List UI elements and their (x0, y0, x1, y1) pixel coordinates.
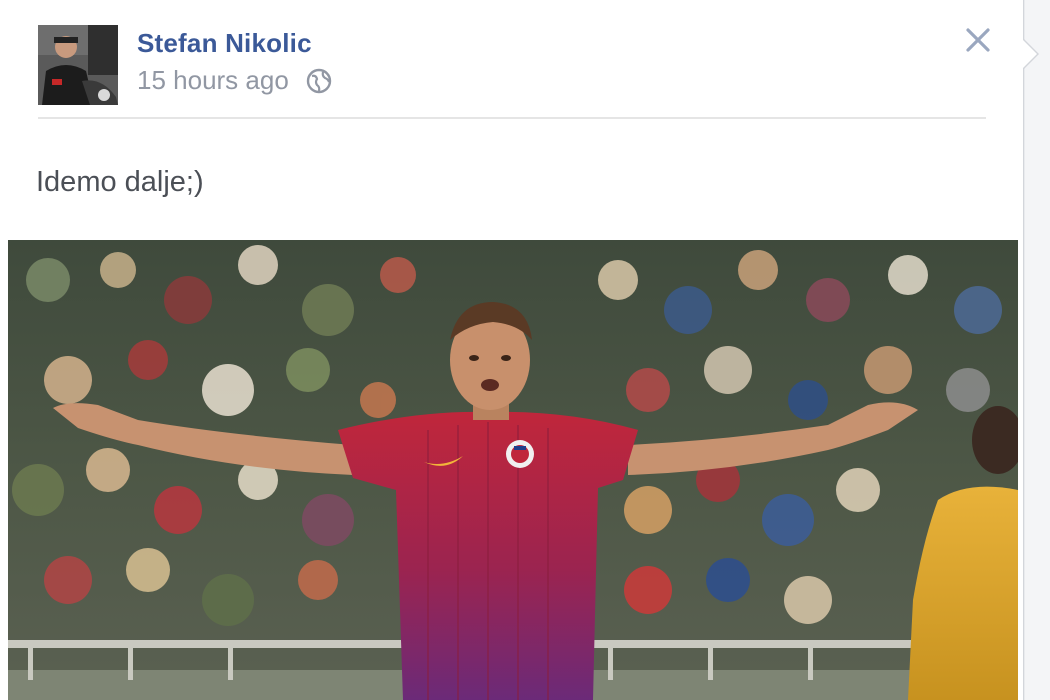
post-meta: 15 hours ago (137, 65, 333, 96)
post-status-text: Idemo dalje;) (36, 166, 204, 198)
post-photo[interactable] (8, 240, 1018, 700)
close-icon[interactable] (964, 26, 992, 54)
post-timestamp-link[interactable]: 15 hours ago (137, 65, 289, 96)
post-card: Stefan Nikolic 15 hours ago Idemo dalje;… (0, 0, 1024, 700)
post-photo-image (8, 240, 1018, 700)
avatar[interactable] (38, 25, 118, 105)
author-name-link[interactable]: Stefan Nikolic (137, 28, 312, 59)
avatar-photo (38, 25, 118, 105)
header-divider (38, 117, 986, 119)
right-side-panel (1025, 0, 1050, 700)
card-pointer (1023, 40, 1037, 68)
globe-icon[interactable] (305, 67, 333, 95)
